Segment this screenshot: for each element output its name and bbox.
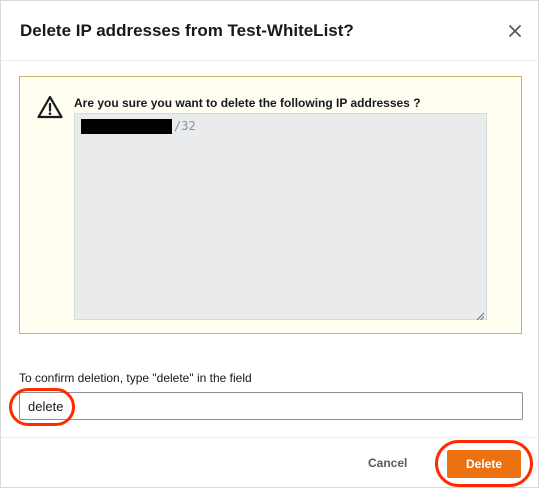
warning-icon <box>37 95 63 119</box>
ip-address-list[interactable]: /32 <box>74 113 487 321</box>
dialog-title: Delete IP addresses from Test-WhiteList? <box>20 21 354 40</box>
warning-alert: Are you sure you want to delete the foll… <box>19 76 522 334</box>
confirm-label: To confirm deletion, type "delete" in th… <box>19 371 252 385</box>
alert-message: Are you sure you want to delete the foll… <box>74 96 421 110</box>
resize-handle-icon[interactable] <box>476 309 485 321</box>
redacted-ip-block <box>81 119 172 134</box>
cancel-button[interactable]: Cancel <box>368 456 407 470</box>
delete-ip-dialog: Delete IP addresses from Test-WhiteList?… <box>0 0 540 488</box>
confirm-delete-input[interactable] <box>19 392 523 420</box>
delete-button[interactable]: Delete <box>447 450 521 478</box>
dialog-header: Delete IP addresses from Test-WhiteList? <box>1 1 540 61</box>
ip-address-suffix: /32 <box>174 119 196 133</box>
close-icon[interactable] <box>503 19 527 43</box>
